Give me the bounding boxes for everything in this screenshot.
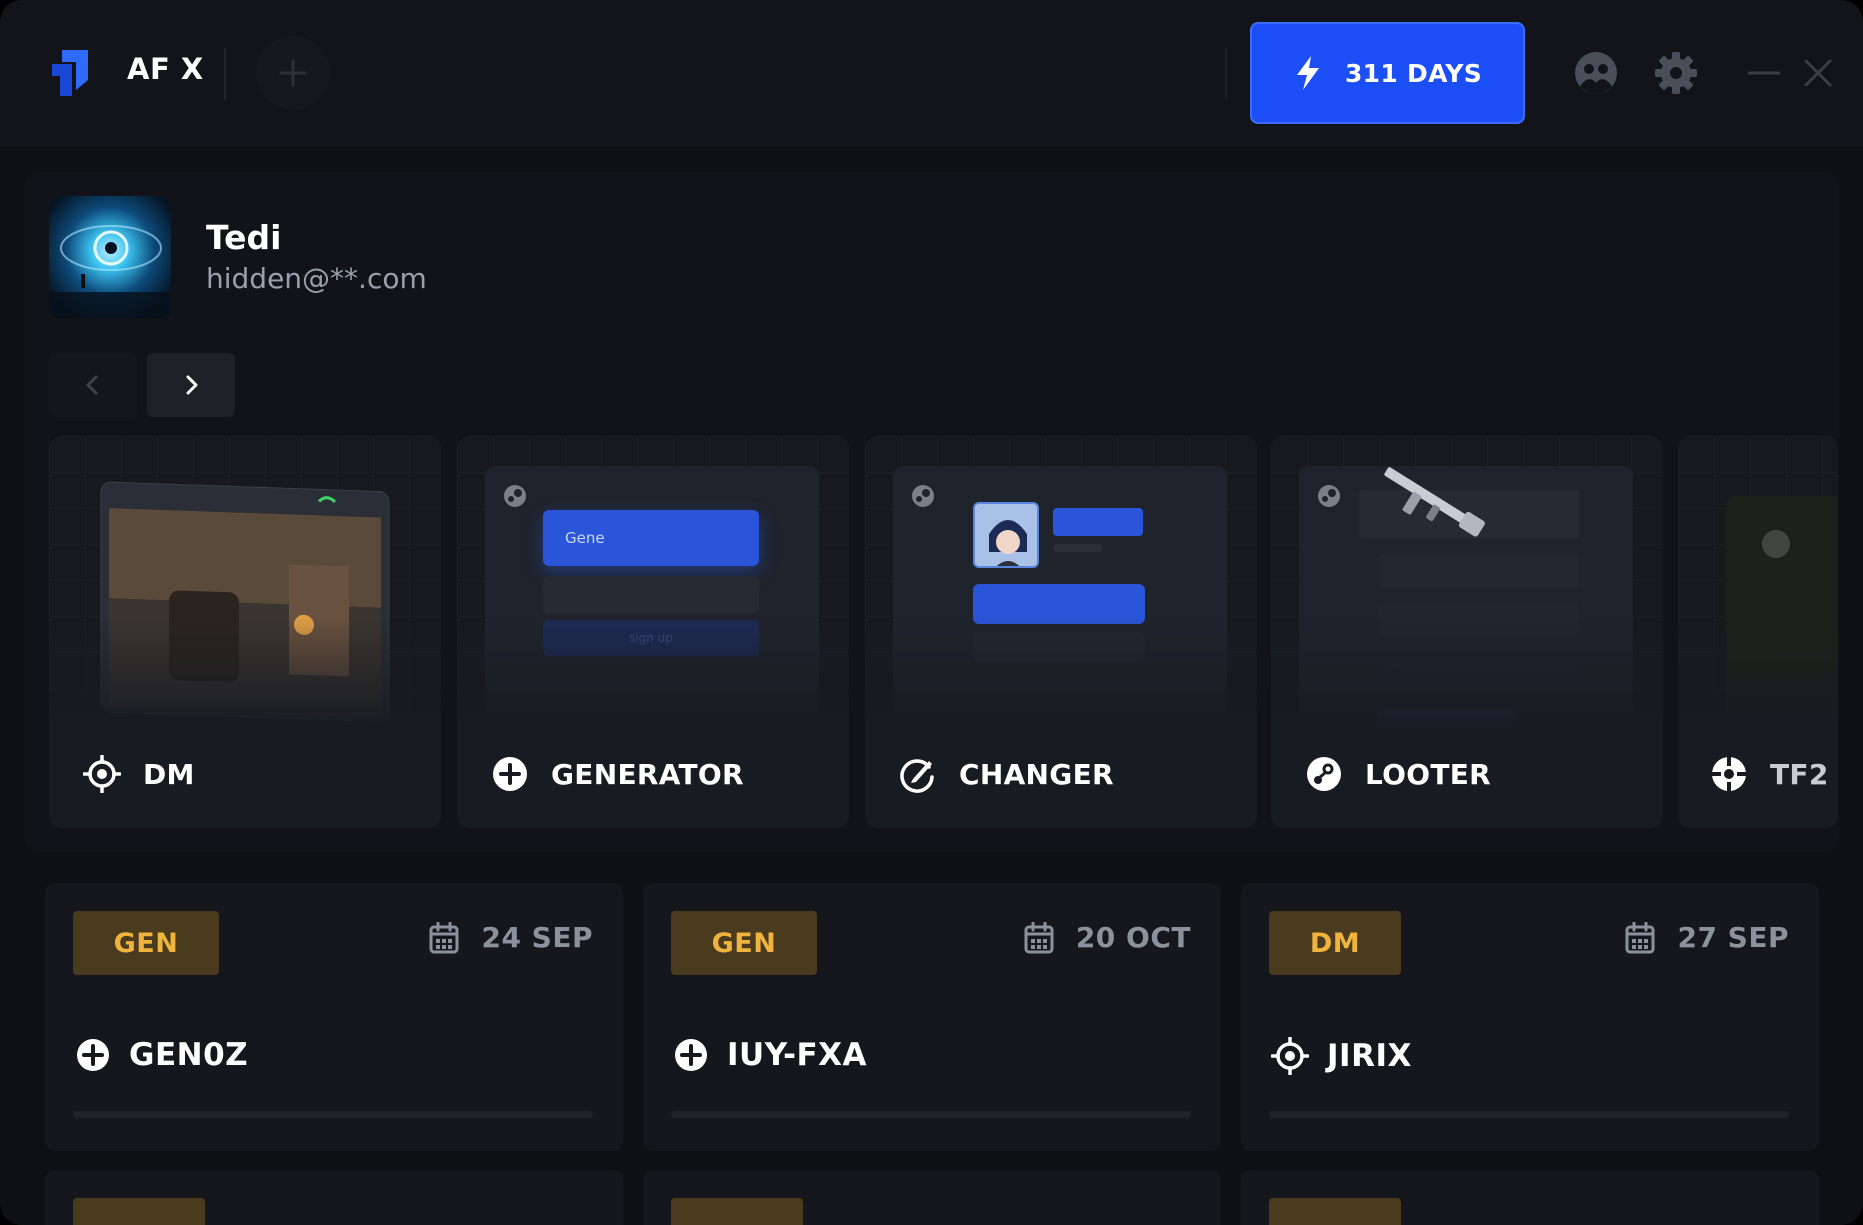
- app-window: AF X 311 DAYS Tedi hidden@**.com DM Gene…: [0, 0, 1863, 1225]
- mock-signup-label: sign up: [629, 631, 673, 645]
- plus-circle-icon: [675, 1039, 707, 1071]
- session-date: 24 SEP: [481, 921, 593, 954]
- session-badge: GEN: [671, 911, 817, 975]
- user-name: Tedi: [206, 218, 282, 257]
- users-icon[interactable]: [1573, 50, 1619, 96]
- progress-bar: [1269, 1111, 1789, 1118]
- subscription-button[interactable]: 311 DAYS: [1250, 22, 1525, 124]
- tool-card-generator[interactable]: Gene sign up GENERATOR: [457, 436, 849, 828]
- bolt-icon: [1296, 56, 1319, 90]
- session-card[interactable]: [1241, 1170, 1819, 1225]
- session-date: 27 SEP: [1677, 921, 1789, 954]
- tool-label: TF2: [1770, 757, 1829, 791]
- session-badge: GEN: [73, 911, 219, 975]
- rifle-icon: [1384, 467, 1485, 537]
- tf2-preview: [1678, 436, 1838, 736]
- tool-label: DM: [143, 757, 195, 791]
- generator-preview: Gene sign up: [457, 436, 849, 736]
- divider: [224, 48, 226, 100]
- chevron-left-icon: [86, 375, 98, 395]
- title-bar: AF X 311 DAYS: [0, 0, 1863, 146]
- tool-card-dm[interactable]: DM: [49, 436, 441, 828]
- divider: [1225, 48, 1227, 100]
- add-tab-icon: [279, 59, 307, 87]
- looter-preview: [1271, 436, 1663, 736]
- mock-generate-button: Gene: [543, 510, 759, 566]
- minimize-icon[interactable]: [1741, 50, 1787, 96]
- crosshair-icon: [83, 755, 121, 793]
- tool-label: GENERATOR: [551, 757, 744, 791]
- changer-preview: [865, 436, 1257, 736]
- next-button[interactable]: [147, 353, 235, 417]
- session-name: JIRIX: [1327, 1038, 1412, 1074]
- add-tab-button[interactable]: [256, 36, 330, 110]
- logo-icon: [52, 50, 88, 96]
- tool-card-tf2[interactable]: TF2: [1678, 436, 1838, 828]
- session-card[interactable]: DM 27 SEP JIRIX: [1241, 883, 1819, 1151]
- session-date: 20 OCT: [1075, 921, 1191, 954]
- tool-label: CHANGER: [959, 757, 1114, 791]
- session-badge: DM: [1269, 911, 1401, 975]
- calendar-icon: [429, 921, 459, 953]
- progress-bar: [73, 1111, 593, 1118]
- calendar-icon: [1024, 921, 1054, 953]
- mock-avatar: [973, 502, 1039, 568]
- steam-icon: [504, 485, 526, 507]
- session-name: IUY-FXA: [727, 1037, 868, 1073]
- session-name: GEN0Z: [129, 1037, 249, 1073]
- session-card[interactable]: [45, 1170, 623, 1225]
- mock-generate-label: Gene: [565, 529, 605, 547]
- tool-card-looter[interactable]: LOOTER: [1271, 436, 1663, 828]
- avatar[interactable]: [49, 196, 171, 318]
- steam-icon: [912, 485, 934, 507]
- session-card[interactable]: GEN 24 SEP GEN0Z: [45, 883, 623, 1151]
- tool-card-changer[interactable]: CHANGER: [865, 436, 1257, 828]
- plus-circle-icon: [493, 757, 527, 791]
- calendar-icon: [1625, 921, 1655, 953]
- plus-circle-icon: [77, 1039, 109, 1071]
- progress-bar: [671, 1111, 1191, 1118]
- edit-circle-icon: [900, 759, 934, 793]
- close-icon[interactable]: [1795, 50, 1841, 96]
- tf2-icon: [1712, 757, 1746, 791]
- app-title: AF X: [127, 52, 204, 86]
- steam-icon: [1318, 485, 1340, 507]
- tool-label: LOOTER: [1365, 757, 1492, 791]
- subscription-label: 311 DAYS: [1344, 58, 1483, 88]
- chevron-right-icon: [186, 375, 198, 395]
- session-card[interactable]: [643, 1170, 1221, 1225]
- steam-icon: [1307, 757, 1341, 791]
- gear-icon[interactable]: [1653, 50, 1699, 96]
- dm-preview: [49, 436, 441, 736]
- user-email: hidden@**.com: [206, 262, 427, 295]
- crosshair-icon: [1271, 1037, 1309, 1075]
- prev-button[interactable]: [49, 353, 137, 417]
- session-card[interactable]: GEN 20 OCT IUY-FXA: [643, 883, 1221, 1151]
